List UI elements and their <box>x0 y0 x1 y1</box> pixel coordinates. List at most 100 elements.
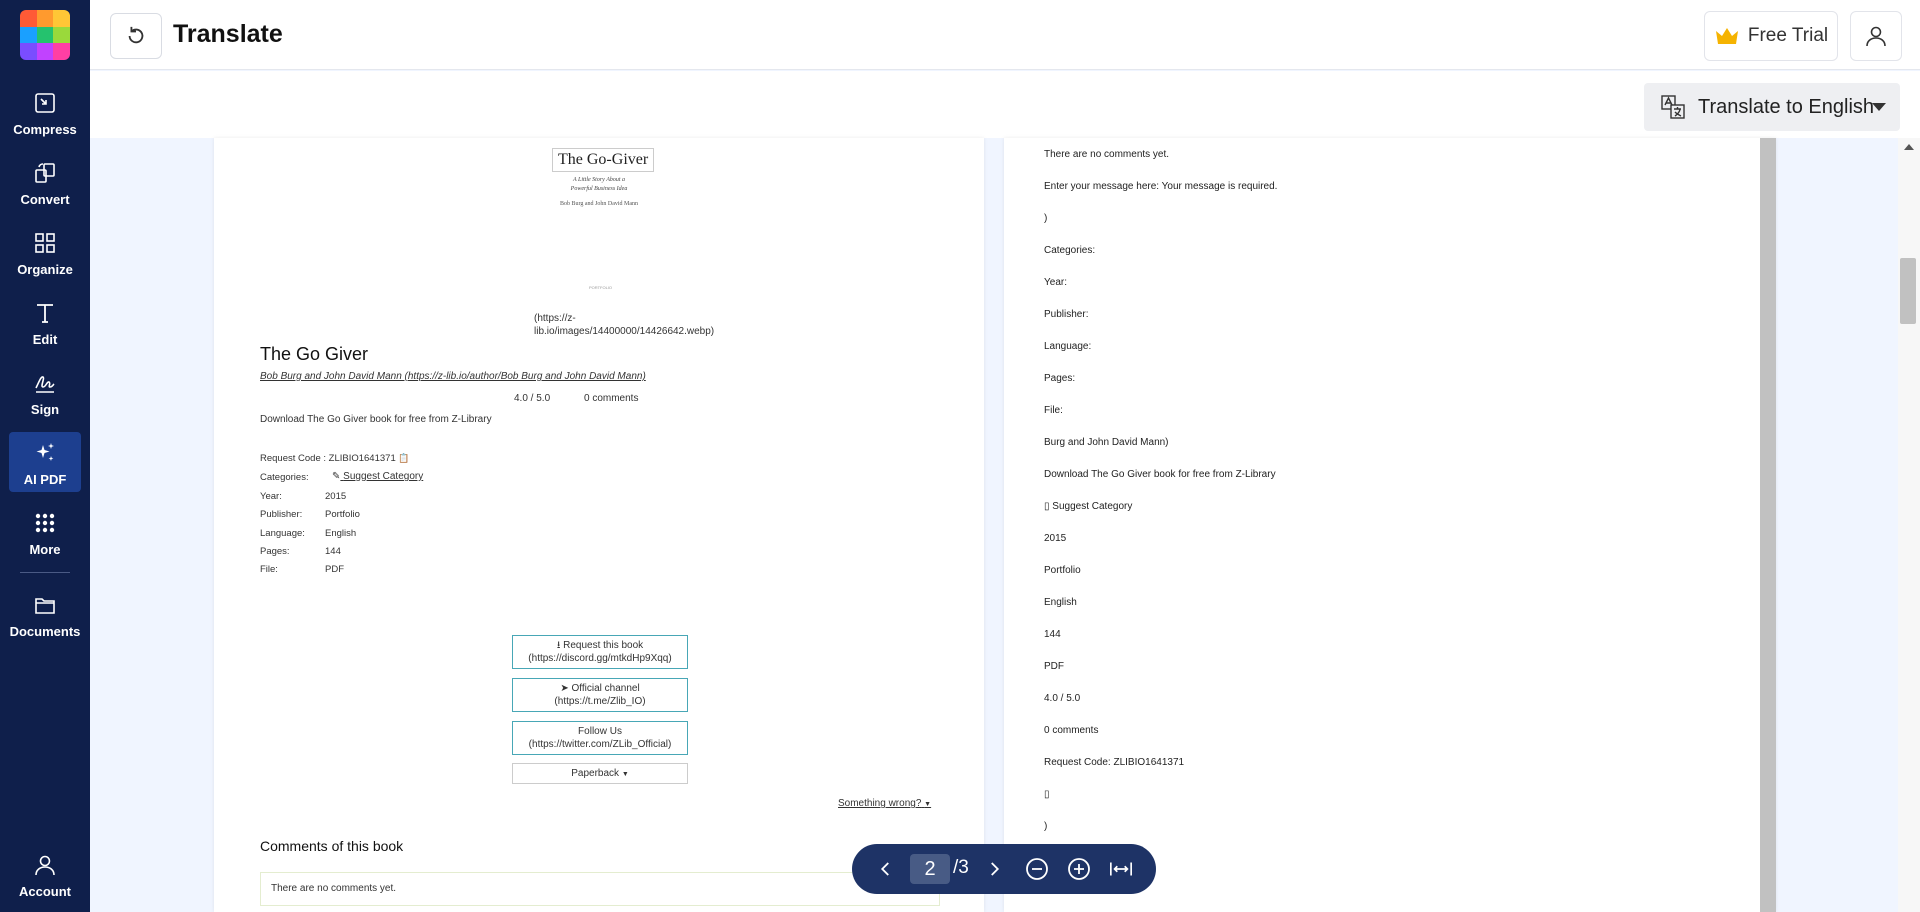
follow-us-text: Follow Us <box>578 726 622 737</box>
sidebar-item-label: Convert <box>20 192 70 207</box>
compress-icon <box>32 90 58 116</box>
sidebar-item-more[interactable]: More <box>0 510 90 570</box>
translated-line: Pages: <box>1044 373 1076 384</box>
translated-line: File: <box>1044 405 1063 416</box>
meta-label: Language: <box>260 528 305 539</box>
sidebar-item-documents[interactable]: Documents <box>0 592 90 652</box>
sidebar-item-label: More <box>29 542 61 557</box>
page-title: Translate <box>173 20 283 48</box>
zoom-in-button[interactable] <box>1067 857 1091 881</box>
meta-label: File: <box>260 564 278 575</box>
convert-icon <box>32 160 58 186</box>
inner-scrollbar[interactable] <box>1760 138 1776 912</box>
app-logo[interactable] <box>20 10 70 60</box>
download-icon: ⭳ <box>556 640 561 651</box>
free-trial-button[interactable]: Free Trial <box>1704 11 1838 61</box>
zoom-out-icon <box>1026 858 1048 880</box>
copy-icon[interactable]: 📋 <box>398 453 409 463</box>
send-icon: ➤ <box>560 683 569 694</box>
translated-line: Portfolio <box>1044 565 1081 576</box>
categories-label: Categories: <box>260 472 309 483</box>
translated-line: There are no comments yet. <box>1044 149 1170 160</box>
sidebar-item-compress[interactable]: Compress <box>0 90 90 150</box>
translated-line: Language: <box>1044 341 1092 352</box>
official-channel-button[interactable]: ➤ Official channel (https://t.me/Zlib_IO… <box>512 678 688 712</box>
user-profile-button[interactable] <box>1850 11 1902 61</box>
sidebar-item-label: Compress <box>13 122 77 137</box>
caret-down-icon: ▼ <box>621 771 629 778</box>
something-wrong-label: Something wrong? <box>838 798 922 809</box>
next-page-button[interactable] <box>982 857 1006 881</box>
request-book-url: (https://discord.gg/mtkdHp9Xqq) <box>528 653 672 664</box>
zoom-in-icon <box>1068 858 1090 880</box>
undo-button[interactable] <box>110 13 162 59</box>
sidebar-item-edit[interactable]: Edit <box>0 300 90 360</box>
meta-value: Portfolio <box>325 509 360 520</box>
chevron-left-icon <box>880 862 889 876</box>
suggest-category-label: Suggest Category <box>343 471 424 482</box>
text-edit-icon <box>32 300 58 326</box>
sidebar-item-label: AI PDF <box>23 472 67 487</box>
sidebar-item-label: Account <box>19 884 71 899</box>
translated-line: 144 <box>1044 629 1061 640</box>
scrollbar-thumb[interactable] <box>1900 258 1916 324</box>
something-wrong-link[interactable]: Something wrong? ▼ <box>838 798 931 809</box>
meta-value: English <box>325 528 357 539</box>
sidebar-item-account[interactable]: Account <box>0 852 90 912</box>
dots-grid-icon <box>32 510 58 536</box>
cover-publisher: PORTFOLIO <box>589 285 613 290</box>
meta-value: 2015 <box>325 491 347 502</box>
translated-line: 0 comments <box>1044 725 1099 736</box>
sidebar-item-label: Sign <box>30 402 60 417</box>
translated-line: Enter your message here: Your message is… <box>1044 181 1278 192</box>
paperback-dropdown[interactable]: Paperback ▼ <box>512 763 688 784</box>
download-text: Download The Go Giver book for free from… <box>260 414 492 425</box>
fit-width-button[interactable] <box>1109 857 1133 881</box>
chevron-right-icon <box>991 862 1000 876</box>
translated-line: 4.0 / 5.0 <box>1044 693 1081 704</box>
sidebar-item-organize[interactable]: Organize <box>0 230 90 290</box>
page-number-input[interactable] <box>910 854 950 884</box>
translated-line: English <box>1044 597 1077 608</box>
official-channel-url: (https://t.me/Zlib_IO) <box>554 696 646 707</box>
no-comments-box: There are no comments yet. <box>260 872 940 906</box>
translate-toolbar: Translate to English <box>90 71 1920 138</box>
scroll-up-arrow-icon[interactable] <box>1904 144 1914 150</box>
image-link-line: (https://z- <box>534 313 576 324</box>
image-link[interactable]: (https://z- lib.io/images/14400000/14426… <box>534 312 714 338</box>
page-total: /3 <box>953 857 969 878</box>
grid-icon <box>32 230 58 256</box>
request-book-text: Request this book <box>563 640 644 651</box>
translated-line: 2015 <box>1044 533 1067 544</box>
fit-width-icon <box>1110 862 1132 876</box>
rating: 4.0 / 5.0 <box>514 393 551 404</box>
translated-line: Year: <box>1044 277 1067 288</box>
zoom-out-button[interactable] <box>1025 857 1049 881</box>
follow-us-button[interactable]: Follow Us (https://twitter.com/ZLib_Offi… <box>512 721 688 755</box>
page-scrollbar[interactable] <box>1898 138 1920 912</box>
crown-icon <box>1715 28 1738 44</box>
translate-language-dropdown[interactable]: Translate to English <box>1644 83 1900 131</box>
image-link-line: lib.io/images/14400000/14426642.webp) <box>534 326 715 337</box>
translated-document-page[interactable]: There are no comments yet. Enter your me… <box>1004 138 1776 912</box>
previous-page-button[interactable] <box>874 857 898 881</box>
cover-title: The Go-Giver <box>552 148 655 172</box>
sidebar-item-ai-pdf[interactable]: AI PDF <box>9 432 81 492</box>
translate-icon <box>1661 95 1685 119</box>
author-link[interactable]: Bob Burg and John David Mann (https://z-… <box>260 371 646 382</box>
undo-icon <box>128 26 144 44</box>
sidebar-item-convert[interactable]: Convert <box>0 160 90 220</box>
translated-line: Categories: <box>1044 245 1096 256</box>
translated-line: Request Code: ZLIBIO1641371 <box>1044 757 1185 768</box>
sidebar-item-label: Edit <box>32 332 58 347</box>
user-icon <box>1866 26 1886 47</box>
sidebar-item-sign[interactable]: Sign <box>0 370 90 430</box>
translated-line: Publisher: <box>1044 309 1089 320</box>
suggest-category-link[interactable]: ✎ Suggest Category <box>332 471 423 482</box>
translated-line: PDF <box>1044 661 1064 672</box>
sparkle-icon <box>32 440 58 466</box>
request-book-button[interactable]: ⭳ Request this book (https://discord.gg/… <box>512 635 688 669</box>
original-document-page[interactable]: The Go-Giver A Little Story About a Powe… <box>214 138 984 912</box>
top-bar: Translate Free Trial <box>90 0 1920 70</box>
caret-down-icon <box>1872 103 1886 111</box>
